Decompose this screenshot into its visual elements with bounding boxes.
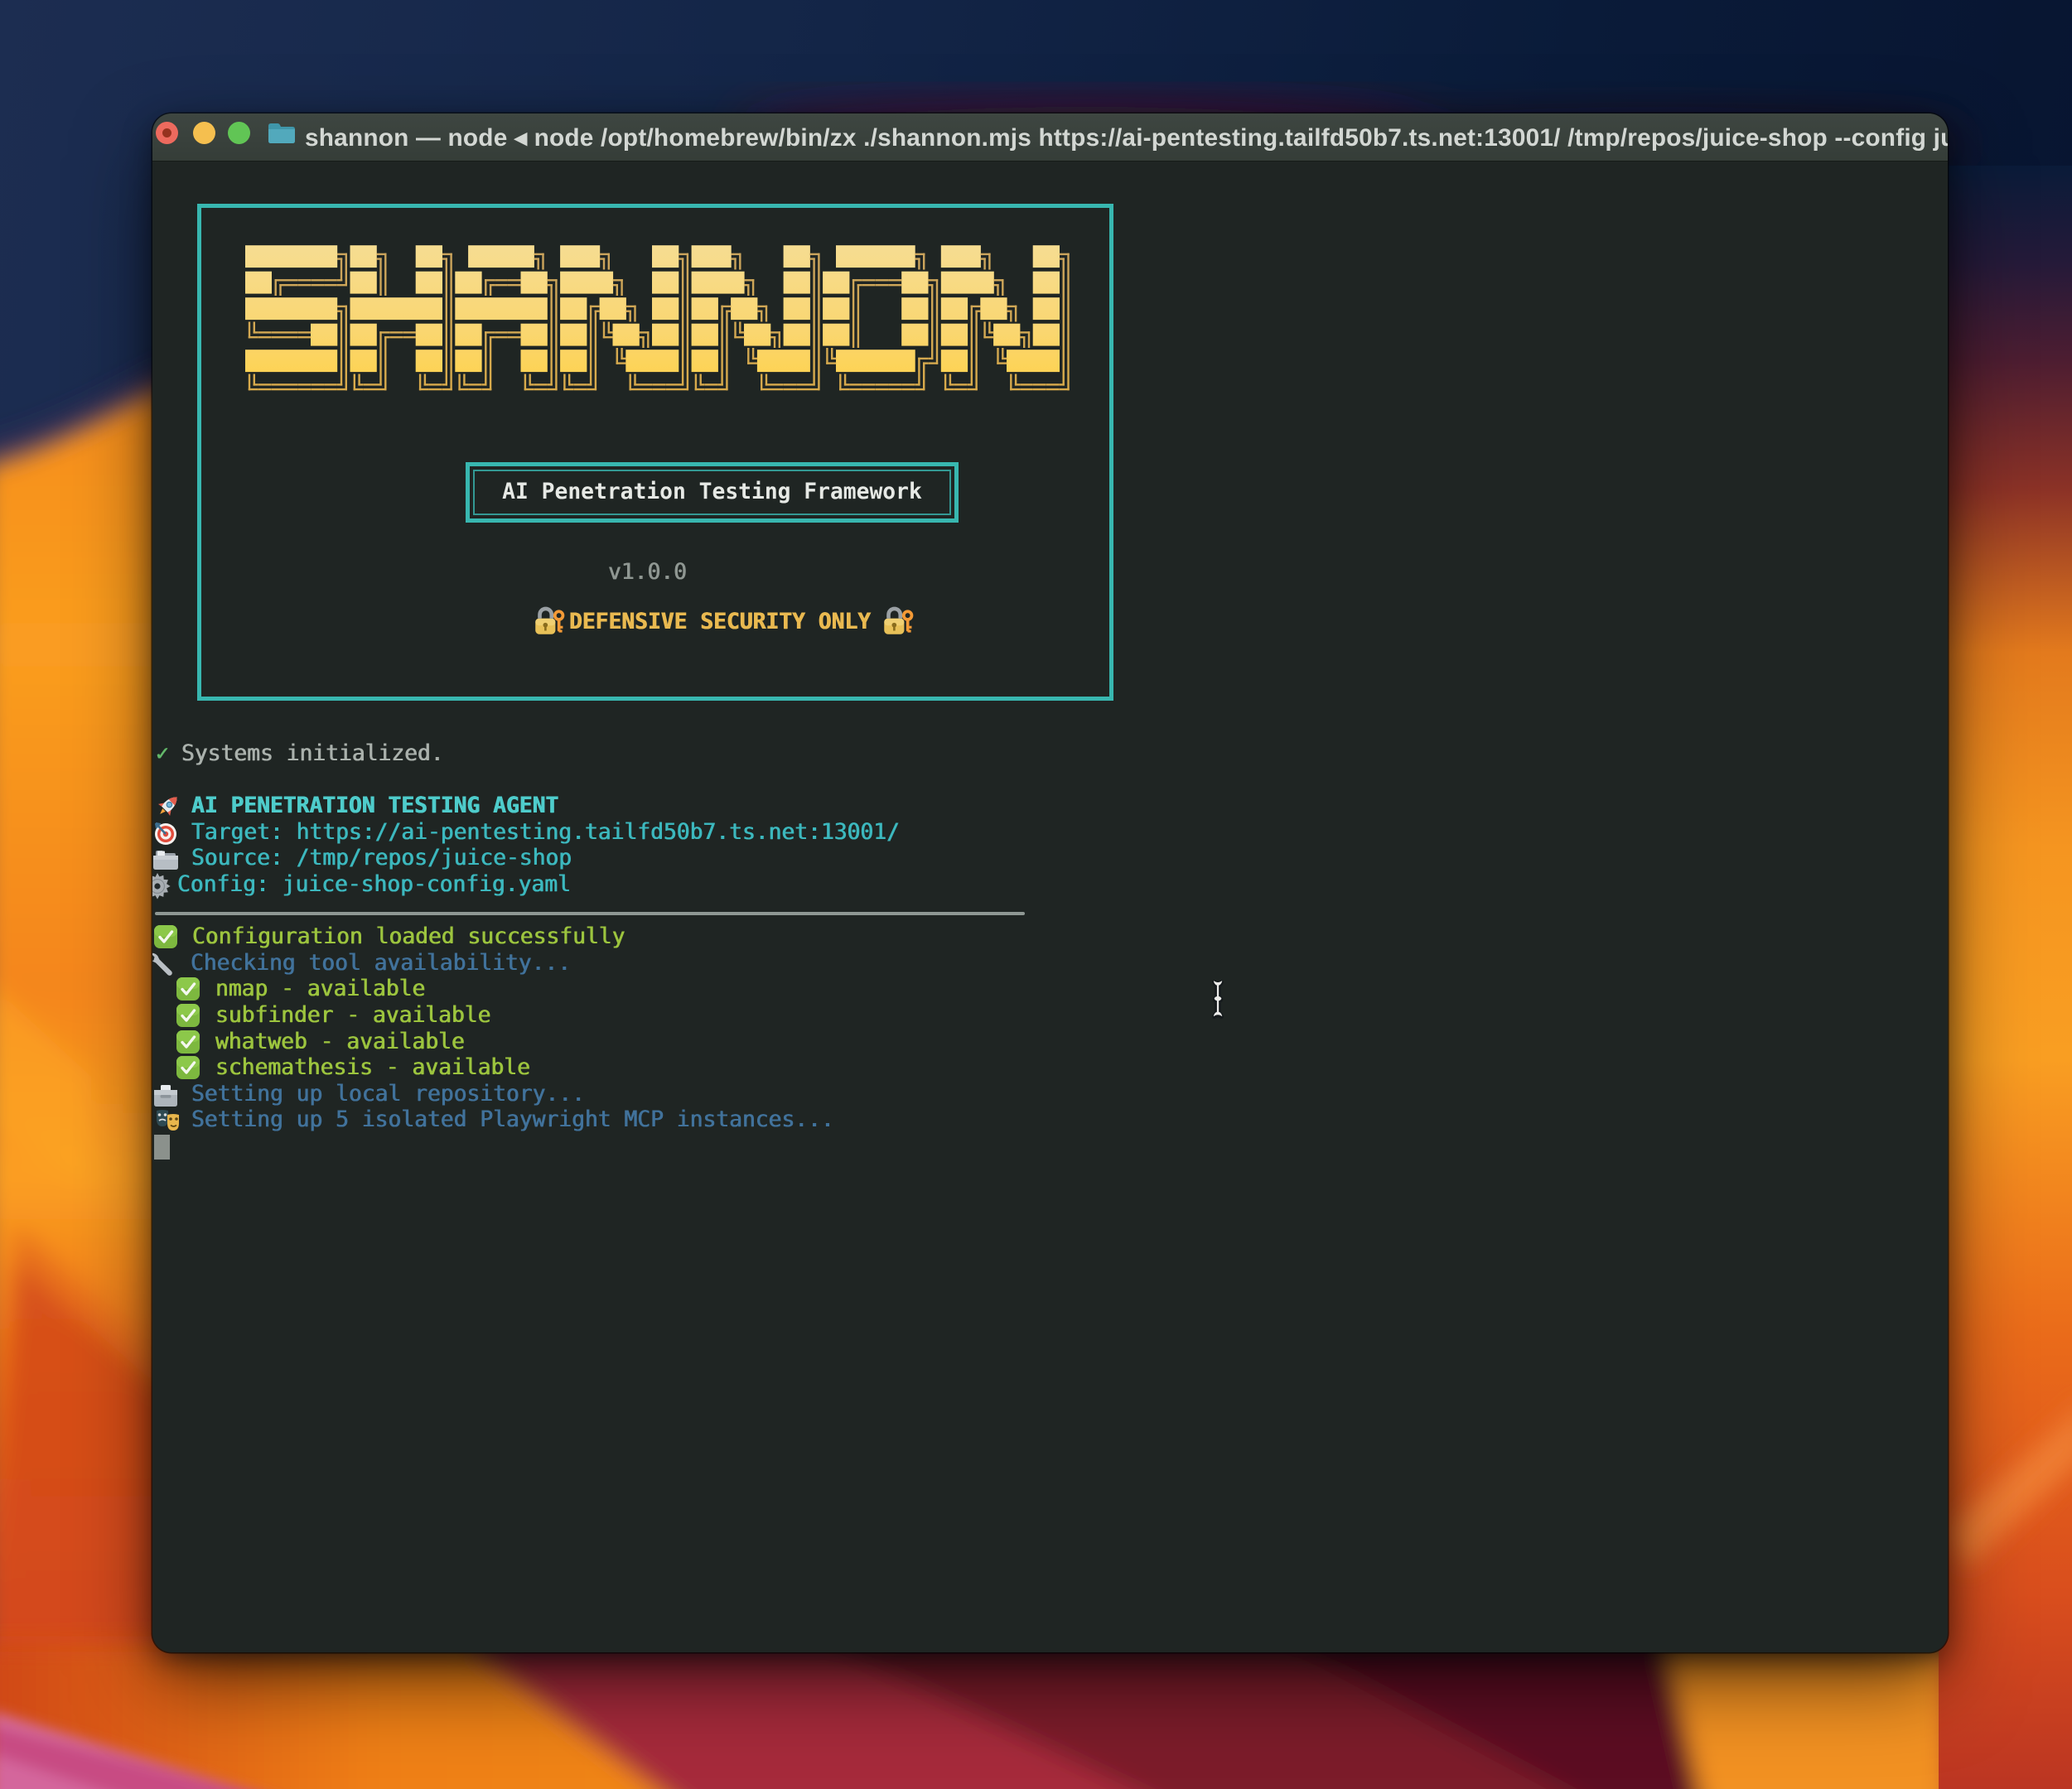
shannon-ascii-logo <box>245 244 1073 408</box>
target-text: Target: https://ai-pentesting.tailfd50b7… <box>191 820 900 846</box>
framework-label: AI Penetration Testing Framework <box>470 466 954 518</box>
close-button[interactable] <box>156 122 178 144</box>
folder-proxy-icon[interactable] <box>267 121 297 150</box>
window-title: shannon — node ◂ node /opt/homebrew/bin/… <box>305 113 1948 161</box>
tool-whatweb-text: whatweb - available <box>215 1030 465 1056</box>
check-icon: ✓ <box>156 741 169 768</box>
minimize-button[interactable] <box>193 122 215 144</box>
shannon-logo-svg <box>245 244 1073 401</box>
config-text: Config: juice-shop-config.yaml <box>177 872 571 899</box>
checking-tools-text: Checking tool availability... <box>191 951 571 977</box>
source-text: Source: /tmp/repos/juice-shop <box>191 846 572 872</box>
tool-nmap-text: nmap - available <box>215 976 425 1003</box>
divider-rule <box>155 912 1025 915</box>
systems-initialized-text: Systems initialized. <box>181 741 444 768</box>
security-notice-text: DEFENSIVE SECURITY ONLY <box>569 610 871 636</box>
mouse-ibeam-cursor <box>1209 978 1234 1022</box>
terminal-cursor <box>154 1135 170 1160</box>
framework-box: AI Penetration Testing Framework <box>466 462 959 523</box>
zoom-button[interactable] <box>228 122 250 144</box>
terminal-window: shannon — node ◂ node /opt/homebrew/bin/… <box>152 113 1948 1652</box>
config-loaded-text: Configuration loaded successfully <box>192 924 625 951</box>
repo-setup-text: Setting up local repository... <box>191 1082 585 1108</box>
gear-icon <box>152 870 174 910</box>
agent-header-text: AI PENETRATION TESTING AGENT <box>191 793 558 820</box>
wrench-icon <box>152 951 176 986</box>
version-label: v1.0.0 <box>608 560 687 586</box>
tool-schemathesis-text: schemathesis - available <box>215 1055 530 1082</box>
tool-subfinder-text: subfinder - available <box>215 1003 490 1030</box>
terminal-screen[interactable]: AI Penetration Testing Framework v1.0.0 … <box>152 113 1948 1652</box>
lock-icon <box>531 605 566 647</box>
playwright-setup-text: Setting up 5 isolated Playwright MCP ins… <box>191 1107 834 1134</box>
lock-icon <box>880 605 915 647</box>
window-titlebar[interactable]: shannon — node ◂ node /opt/homebrew/bin/… <box>152 113 1948 162</box>
